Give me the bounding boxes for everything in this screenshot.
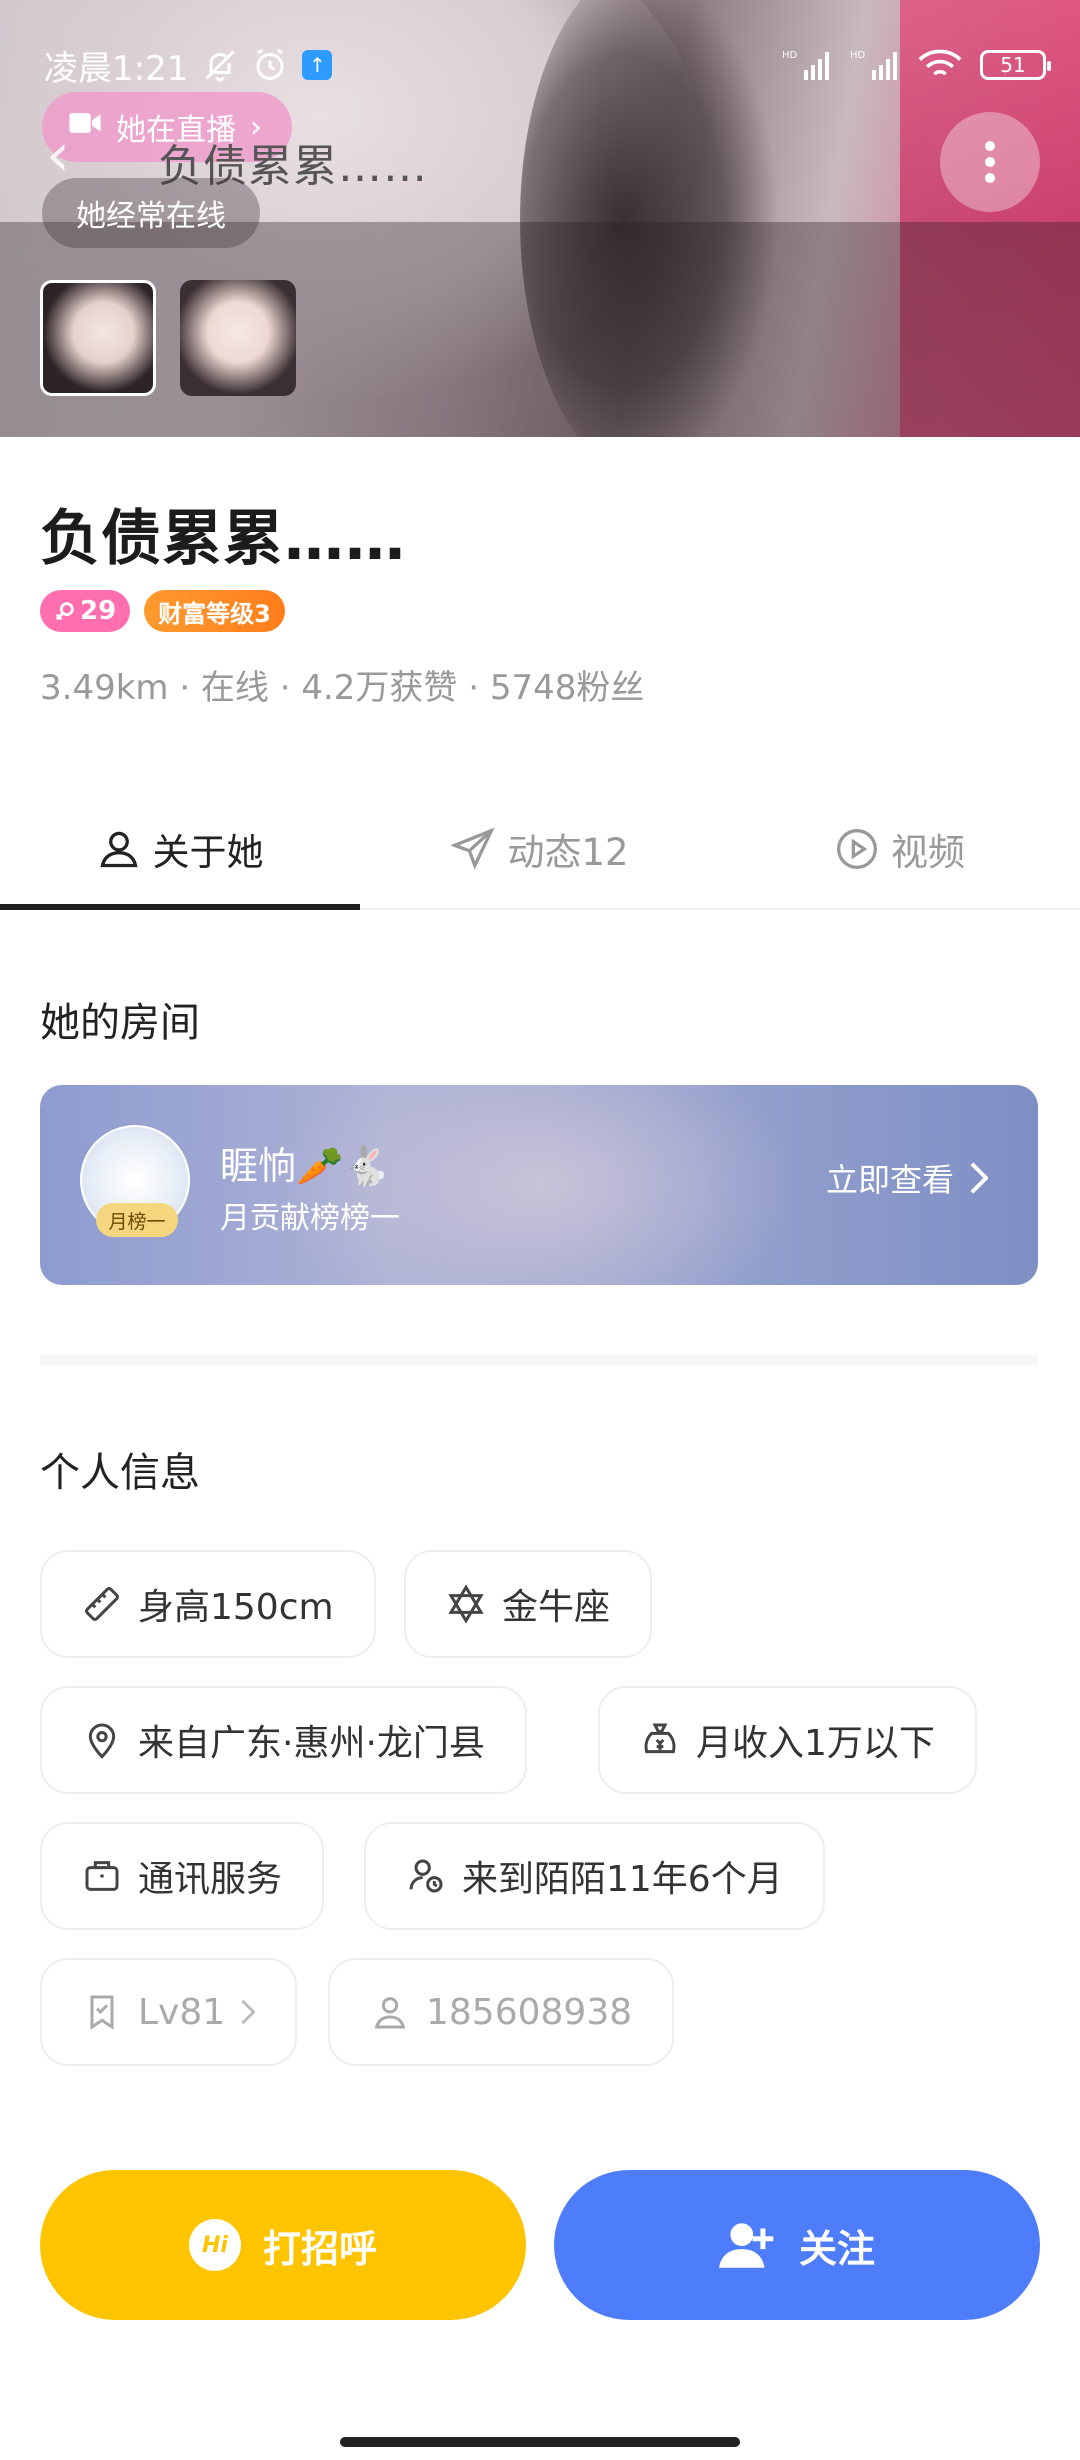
add-user-icon [718,2223,774,2268]
greet-label: 打招呼 [262,2226,377,2271]
tab-label: 视频 [891,831,965,874]
wealth-level-badge: 财富等级3 [144,590,285,632]
location-chip: 来自广东·惠州·龙门县 [40,1686,527,1794]
room-card[interactable]: 月榜一 睚恦🥕🐇 月贡献榜榜一 立即查看 [40,1085,1038,1285]
online-status-pill: 她经常在线 [42,178,260,248]
job-chip: 通讯服务 [40,1822,325,1930]
zodiac-value: 金牛座 [502,1587,611,1628]
female-icon [55,602,74,621]
location-pin-icon [88,1723,116,1759]
chevron-right-icon [241,1999,256,2025]
profile-stats: 3.49km · 在线 · 4.2万获赞 · 5748粉丝 [40,668,645,708]
star-of-david-icon [448,1584,484,1624]
status-bar: 凌晨1:21 ↑ HD HD 51 [44,40,1051,90]
wifi-icon [918,48,962,82]
signal-icon: HD [850,48,900,82]
tab-moments[interactable]: 动态12 [360,790,720,908]
joined-chip: 来到陌陌11年6个月 [364,1822,825,1930]
income-value: 月收入1万以下 [696,1723,935,1764]
room-host-name: 睚恦🥕🐇 [220,1144,391,1188]
room-section-title: 她的房间 [40,1000,200,1046]
svg-text:HD: HD [782,50,798,61]
svg-text:HD: HD [850,50,866,61]
alarm-icon [252,47,288,83]
send-icon [451,827,496,870]
battery-indicator: 51 [980,50,1051,80]
greet-button[interactable]: Hi 打招呼 [40,2170,526,2320]
mute-icon [202,47,238,83]
profile-tabs: 关于她 动态12 视频 [0,790,1080,910]
section-divider [40,1355,1038,1365]
chevron-right-icon [970,1162,988,1194]
room-subtitle: 月贡献榜榜一 [220,1201,400,1236]
location-value: 来自广东·惠州·龙门县 [138,1723,485,1764]
rank-tag: 月榜一 [96,1203,178,1237]
tab-label: 动态12 [507,831,629,874]
photo-thumbnails [40,280,296,396]
status-time: 凌晨1:21 [44,48,189,89]
tab-videos[interactable]: 视频 [720,790,1080,908]
view-now-link[interactable]: 立即查看 [826,1155,988,1201]
info-section-title: 个人信息 [40,1450,200,1496]
user-id-value: 185608938 [426,1991,633,2033]
tab-label: 关于她 [152,831,264,874]
follow-button[interactable]: 关注 [554,2170,1040,2320]
zodiac-chip: 金牛座 [404,1550,653,1658]
income-chip: 月收入1万以下 [598,1686,977,1794]
signal-icon: HD [782,48,832,82]
video-camera-icon [68,108,102,146]
person-icon [374,1997,406,2029]
ruler-icon [85,1587,119,1621]
photo-thumbnail[interactable] [40,280,156,396]
user-id-chip[interactable]: 185608938 [328,1958,675,2066]
photo-thumbnail[interactable] [180,280,296,396]
bookmark-icon [90,1995,114,2030]
joined-value: 来到陌陌11年6个月 [462,1859,783,1900]
age-value: 29 [80,596,117,626]
profile-name: 负债累累…… [40,504,406,574]
height-chip: 身高150cm [40,1550,376,1658]
tab-about[interactable]: 关于她 [0,790,360,910]
age-badge: 29 [40,590,131,632]
home-indicator[interactable] [340,2437,740,2447]
level-value: Lv81 [138,1991,226,2033]
user-clock-icon [409,1859,443,1893]
height-value: 身高150cm [138,1587,334,1628]
profile-badges: 29 财富等级3 [40,590,285,632]
more-vertical-icon [985,141,995,183]
upload-icon: ↑ [302,50,333,80]
briefcase-icon [85,1861,119,1891]
back-arrow-icon[interactable]: ‹ [46,125,70,185]
person-icon [99,831,138,868]
hi-bubble-icon: Hi [188,2219,241,2271]
level-chip[interactable]: Lv81 [40,1958,298,2066]
money-bag-icon [644,1723,676,1754]
more-options-button[interactable] [940,112,1040,212]
view-now-label: 立即查看 [825,1161,954,1199]
job-value: 通讯服务 [138,1859,283,1900]
play-icon [837,829,877,869]
follow-label: 关注 [798,2226,875,2271]
